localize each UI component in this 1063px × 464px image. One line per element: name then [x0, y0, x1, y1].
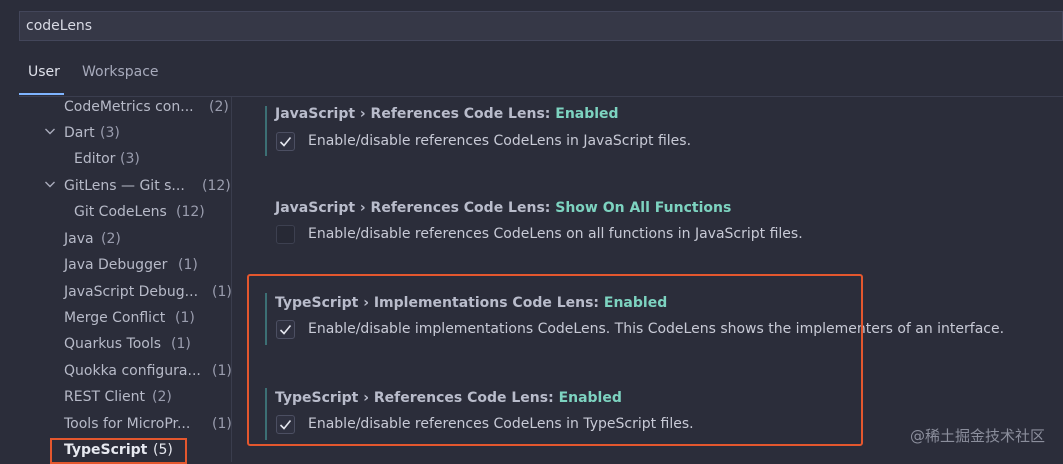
- setting-value: Show On All Functions: [555, 200, 732, 216]
- settings-tree: CodeMetrics con... (2) Dart (3) Editor (…: [0, 97, 232, 462]
- tree-item-rest-client[interactable]: REST Client (2): [64, 386, 172, 408]
- tree-item-label: Editor: [74, 151, 116, 167]
- search-value: codeLens: [26, 18, 93, 34]
- tree-item-count: (12): [202, 178, 231, 194]
- tree-highlight-annotation: [50, 438, 187, 464]
- tree-item-label: Dart: [64, 125, 95, 141]
- settings-highlight-annotation: [247, 274, 863, 446]
- tree-item-count: (12): [176, 204, 205, 220]
- tree-item-label: Merge Conflict: [64, 310, 166, 326]
- setting-description: Enable/disable references CodeLens on al…: [308, 226, 803, 242]
- tree-item-count: (1): [212, 284, 232, 300]
- tree-item-tools-for-microprofile[interactable]: Tools for MicroPr... (1): [64, 413, 232, 435]
- chevron-down-icon: [44, 122, 56, 144]
- setting-title: JavaScript › References Code Lens: Enabl…: [275, 106, 619, 122]
- tree-item-count: (1): [212, 363, 232, 379]
- tree-item-editor[interactable]: Editor (3): [74, 148, 140, 170]
- tab-workspace[interactable]: Workspace: [82, 64, 159, 80]
- setting-key: JavaScript › References Code Lens:: [275, 106, 556, 122]
- chevron-down-icon: [44, 175, 56, 197]
- tree-item-quokka[interactable]: Quokka configura... (1): [64, 360, 232, 382]
- tree-item-javascript-debugger[interactable]: JavaScript Debug... (1): [64, 281, 232, 303]
- watermark: @稀土掘金技术社区: [909, 427, 1045, 445]
- tree-item-label: Git CodeLens: [74, 204, 167, 220]
- tree-item-label: Quokka configura...: [64, 363, 201, 379]
- settings-search-input[interactable]: codeLens: [19, 11, 1063, 41]
- tree-item-label: Java Debugger: [64, 257, 168, 273]
- tab-user[interactable]: User: [28, 64, 60, 80]
- tree-item-count: (1): [171, 336, 191, 352]
- tree-item-count: (1): [212, 416, 232, 432]
- setting-checkbox[interactable]: [276, 132, 295, 151]
- setting-value: Enabled: [555, 106, 619, 122]
- tree-item-count: (2): [152, 389, 172, 405]
- check-icon: [279, 136, 292, 147]
- active-tab-indicator: [19, 93, 64, 95]
- tree-item-label: REST Client: [64, 389, 145, 405]
- tree-item-label: Java: [64, 231, 94, 247]
- tree-item-label: GitLens — Git s...: [64, 178, 185, 194]
- tree-item-java[interactable]: Java (2): [64, 228, 121, 250]
- tree-item-count: (2): [101, 231, 121, 247]
- tree-item-merge-conflict[interactable]: Merge Conflict (1): [64, 307, 195, 329]
- tree-item-label: CodeMetrics con...: [64, 99, 194, 115]
- tree-item-count: (3): [120, 151, 140, 167]
- tree-divider: [231, 97, 232, 462]
- tree-item-count: (1): [175, 310, 195, 326]
- tree-item-label: Quarkus Tools: [64, 336, 162, 352]
- tree-item-codemetrics[interactable]: CodeMetrics con... (2): [64, 97, 229, 118]
- tree-item-label: JavaScript Debug...: [64, 284, 199, 300]
- setting-title: JavaScript › References Code Lens: Show …: [275, 200, 731, 216]
- tree-item-java-debugger[interactable]: Java Debugger (1): [64, 254, 198, 276]
- tree-item-count: (1): [178, 257, 198, 273]
- tree-item-git-codelens[interactable]: Git CodeLens (12): [74, 201, 205, 223]
- setting-key: JavaScript › References Code Lens:: [275, 200, 556, 216]
- setting-description: Enable/disable references CodeLens in Ja…: [308, 133, 692, 149]
- setting-checkbox[interactable]: [276, 225, 295, 244]
- tree-item-label: Tools for MicroPr...: [64, 416, 191, 432]
- tree-item-count: (3): [100, 125, 120, 141]
- tree-item-quarkus-tools[interactable]: Quarkus Tools (1): [64, 333, 191, 355]
- modified-indicator: [265, 106, 267, 156]
- tree-item-count: (2): [209, 99, 229, 115]
